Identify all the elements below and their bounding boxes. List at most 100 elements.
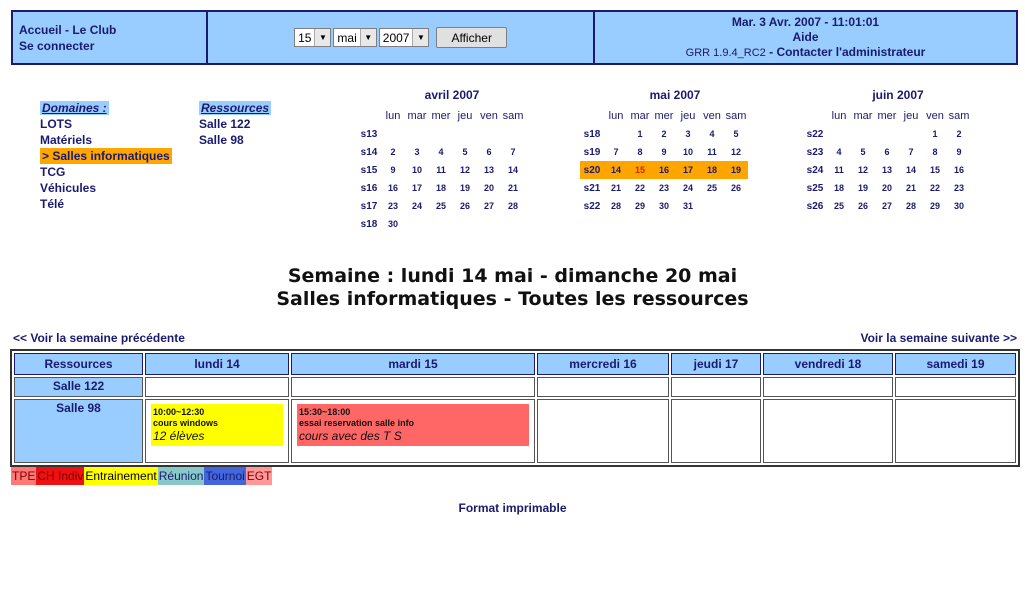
slot-cell[interactable] <box>895 399 1016 463</box>
calendar-day[interactable]: 3 <box>676 125 700 143</box>
calendar-day[interactable]: 2 <box>947 125 971 143</box>
slot-cell[interactable] <box>671 377 761 397</box>
calendar-day[interactable]: 30 <box>947 197 971 215</box>
calendar-day[interactable]: 29 <box>923 197 947 215</box>
calendar-day[interactable]: 26 <box>851 197 875 215</box>
calendar-day[interactable]: 14 <box>899 161 923 179</box>
calendar-day[interactable]: 26 <box>724 179 748 197</box>
calendar-day[interactable]: 21 <box>899 179 923 197</box>
week-number-link[interactable]: s22 <box>580 197 604 215</box>
help-link[interactable]: Aide <box>792 30 818 44</box>
week-number-link[interactable]: s18 <box>580 125 604 143</box>
calendar-day[interactable]: 19 <box>851 179 875 197</box>
calendar-day[interactable]: 6 <box>477 143 501 161</box>
calendar-day[interactable]: 19 <box>453 179 477 197</box>
calendar-day[interactable]: 5 <box>724 125 748 143</box>
calendar-day[interactable]: 8 <box>628 143 652 161</box>
calendar-day[interactable]: 20 <box>875 179 899 197</box>
booking-event[interactable]: 15:30~18:00 essai reservation salle info… <box>297 404 529 446</box>
calendar-day[interactable]: 10 <box>676 143 700 161</box>
login-link[interactable]: Se connecter <box>19 39 94 53</box>
slot-cell[interactable] <box>895 377 1016 397</box>
col-header[interactable]: jeudi 17 <box>671 353 761 375</box>
calendar-month-title[interactable]: mai 2007 <box>580 88 770 102</box>
week-number-link[interactable]: s18 <box>357 215 381 233</box>
slot-cell[interactable] <box>537 399 669 463</box>
slot-cell[interactable] <box>291 377 535 397</box>
home-link[interactable]: Accueil - Le Club <box>19 23 116 37</box>
calendar-day[interactable]: 25 <box>700 179 724 197</box>
calendar-day[interactable]: 1 <box>923 125 947 143</box>
col-header[interactable]: mardi 15 <box>291 353 535 375</box>
calendar-day[interactable]: 22 <box>923 179 947 197</box>
month-select[interactable]: mai ▼ <box>333 28 377 47</box>
calendar-day[interactable]: 3 <box>405 143 429 161</box>
calendar-day[interactable]: 5 <box>453 143 477 161</box>
calendar-day[interactable]: 30 <box>381 215 405 233</box>
calendar-day[interactable]: 28 <box>899 197 923 215</box>
calendar-day[interactable]: 18 <box>827 179 851 197</box>
day-select[interactable]: 15 ▼ <box>294 28 332 47</box>
calendar-day[interactable]: 17 <box>676 161 700 179</box>
year-select[interactable]: 2007 ▼ <box>378 28 430 47</box>
calendar-day[interactable]: 4 <box>700 125 724 143</box>
calendar-day[interactable]: 25 <box>827 197 851 215</box>
next-week-link[interactable]: Voir la semaine suivante >> <box>860 331 1017 345</box>
domain-item[interactable]: Véhicules <box>40 181 96 195</box>
booking-event[interactable]: 10:00~12:30 cours windows 12 élèves <box>151 404 283 446</box>
domain-item[interactable]: Télé <box>40 197 64 211</box>
contact-admin-link[interactable]: Contacter l'administrateur <box>776 45 925 59</box>
resource-cell[interactable]: Salle 98 <box>14 399 143 463</box>
calendar-day[interactable]: 2 <box>381 143 405 161</box>
slot-cell[interactable] <box>763 377 893 397</box>
calendar-day[interactable]: 10 <box>405 161 429 179</box>
calendar-day[interactable]: 27 <box>875 197 899 215</box>
calendar-day[interactable]: 12 <box>453 161 477 179</box>
calendar-day[interactable]: 15 <box>923 161 947 179</box>
col-header[interactable]: mercredi 16 <box>537 353 669 375</box>
calendar-day[interactable]: 23 <box>381 197 405 215</box>
calendar-day[interactable]: 30 <box>652 197 676 215</box>
week-number-link[interactable]: s15 <box>357 161 381 179</box>
week-number-link[interactable]: s19 <box>580 143 604 161</box>
calendar-day[interactable]: 19 <box>724 161 748 179</box>
calendar-day[interactable]: 12 <box>851 161 875 179</box>
calendar-day[interactable]: 11 <box>827 161 851 179</box>
calendar-day[interactable]: 18 <box>700 161 724 179</box>
slot-cell[interactable]: 10:00~12:30 cours windows 12 élèves <box>145 399 289 463</box>
domain-item[interactable]: LOTS <box>40 117 72 131</box>
calendar-day[interactable]: 7 <box>899 143 923 161</box>
calendar-day[interactable]: 9 <box>652 143 676 161</box>
calendar-day[interactable]: 14 <box>604 161 628 179</box>
week-number-link[interactable]: s20 <box>580 161 604 179</box>
calendar-day[interactable]: 23 <box>652 179 676 197</box>
calendar-day[interactable]: 16 <box>947 161 971 179</box>
domain-item[interactable]: Matériels <box>40 133 92 147</box>
calendar-day[interactable]: 31 <box>676 197 700 215</box>
week-number-link[interactable]: s17 <box>357 197 381 215</box>
slot-cell[interactable] <box>763 399 893 463</box>
calendar-day[interactable]: 7 <box>604 143 628 161</box>
calendar-day[interactable]: 22 <box>628 179 652 197</box>
week-number-link[interactable]: s22 <box>803 125 827 143</box>
calendar-day[interactable]: 6 <box>875 143 899 161</box>
domain-item-active[interactable]: > Salles informatiques <box>40 148 172 164</box>
week-number-link[interactable]: s21 <box>580 179 604 197</box>
calendar-day[interactable]: 16 <box>381 179 405 197</box>
print-format-link[interactable]: Format imprimable <box>458 501 566 515</box>
calendar-day[interactable]: 9 <box>381 161 405 179</box>
calendar-day[interactable]: 5 <box>851 143 875 161</box>
calendar-day[interactable]: 9 <box>947 143 971 161</box>
week-number-link[interactable]: s24 <box>803 161 827 179</box>
calendar-month-title[interactable]: juin 2007 <box>803 88 993 102</box>
calendar-day[interactable]: 24 <box>405 197 429 215</box>
calendar-day[interactable]: 4 <box>429 143 453 161</box>
slot-cell[interactable] <box>145 377 289 397</box>
resource-cell[interactable]: Salle 122 <box>14 377 143 397</box>
calendar-day[interactable]: 7 <box>501 143 525 161</box>
calendar-day[interactable]: 25 <box>429 197 453 215</box>
calendar-day[interactable]: 2 <box>652 125 676 143</box>
slot-cell[interactable] <box>671 399 761 463</box>
week-number-link[interactable]: s23 <box>803 143 827 161</box>
calendar-day[interactable]: 15 <box>628 161 652 179</box>
